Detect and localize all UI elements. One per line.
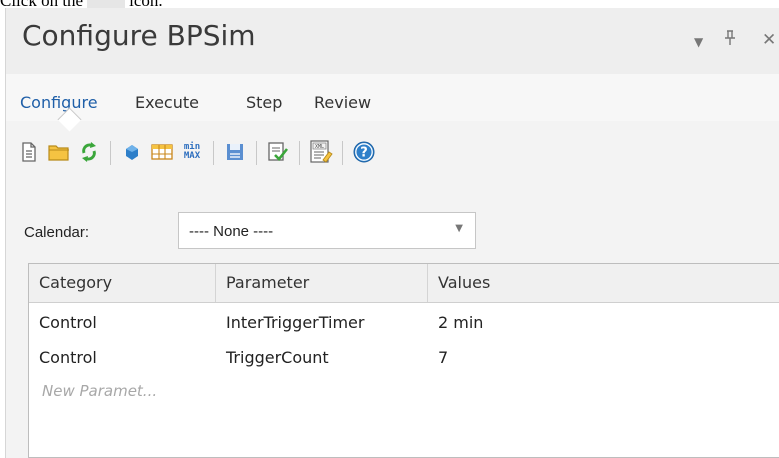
xml-label: XML <box>315 144 325 150</box>
category-cell: Control <box>39 348 97 367</box>
pin-icon[interactable] <box>724 30 736 51</box>
calendar-selected-value: ---- None ---- <box>189 223 274 240</box>
blank-icon-placeholder <box>87 0 126 9</box>
tab-bar: Configure Execute Step Review <box>6 74 779 122</box>
max-label: MAX <box>183 151 201 161</box>
dropdown-menu-icon[interactable]: ▼ <box>694 35 703 49</box>
refresh-icon[interactable] <box>76 139 102 165</box>
toolbar-separator <box>213 141 214 165</box>
toolbar-separator <box>110 141 111 165</box>
configure-bpsim-panel: Configure BPSim ▼ ✕ Configure Execute St… <box>5 8 779 458</box>
toolbar-separator <box>342 141 343 165</box>
tab-execute[interactable]: Execute <box>135 93 199 112</box>
svg-text:?: ? <box>360 146 368 161</box>
category-cell: Control <box>39 313 97 332</box>
configure-content: min MAX XML ? Calendar: ---- None ---- ▼… <box>6 121 779 458</box>
toolbar-separator <box>256 141 257 165</box>
value-cell[interactable]: 2 min <box>428 305 483 340</box>
save-icon[interactable] <box>222 139 248 165</box>
parameter-cell: TriggerCount <box>226 348 329 367</box>
tab-step[interactable]: Step <box>246 93 282 112</box>
table-row[interactable]: Control TriggerCount 7 <box>29 340 779 375</box>
parameter-cell: InterTriggerTimer <box>226 313 365 332</box>
xml-export-icon[interactable]: XML <box>308 139 334 165</box>
column-header-values[interactable]: Values <box>428 264 779 302</box>
toolbar-separator <box>299 141 300 165</box>
close-icon[interactable]: ✕ <box>762 30 776 50</box>
new-document-icon[interactable] <box>16 139 42 165</box>
window-title: Configure BPSim <box>22 19 256 52</box>
value-cell[interactable]: 7 <box>428 340 448 375</box>
calendar-dropdown[interactable]: ---- None ---- ▼ <box>178 212 476 249</box>
table-icon[interactable] <box>149 139 175 165</box>
tab-configure[interactable]: Configure <box>20 93 98 112</box>
column-header-parameter[interactable]: Parameter <box>216 264 428 302</box>
column-header-category[interactable]: Category <box>29 264 216 302</box>
parameters-grid: Category Parameter Values Control InterT… <box>28 263 779 458</box>
tab-review[interactable]: Review <box>314 93 371 112</box>
validate-icon[interactable] <box>265 139 291 165</box>
min-max-icon[interactable]: min MAX <box>179 139 205 165</box>
grid-header: Category Parameter Values <box>29 264 779 303</box>
new-parameter-placeholder[interactable]: New Paramet... <box>42 382 157 400</box>
open-folder-icon[interactable] <box>46 139 72 165</box>
table-row[interactable]: Control InterTriggerTimer 2 min <box>29 305 779 340</box>
help-icon[interactable]: ? <box>351 139 377 165</box>
shape-icon[interactable] <box>119 139 145 165</box>
chevron-down-icon: ▼ <box>455 223 463 234</box>
title-bar: Configure BPSim ▼ ✕ <box>6 8 779 74</box>
calendar-label: Calendar: <box>24 224 90 241</box>
